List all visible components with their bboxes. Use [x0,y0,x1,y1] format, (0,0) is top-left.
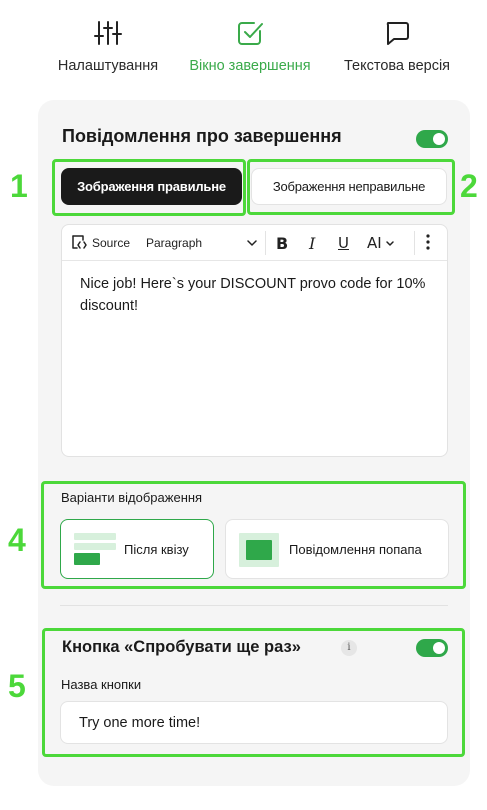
info-icon[interactable]: i [341,640,357,656]
tab-completion-window-label: Вікно завершення [189,58,311,74]
text-size-label: AI [367,234,382,252]
button-name-input[interactable] [60,701,448,744]
chevron-down-icon [385,234,395,252]
annotation-number-1: 1 [10,168,28,204]
tab-text-version[interactable]: Текстова версія [338,18,456,74]
bold-button[interactable]: B [276,225,288,261]
toolbar-divider [265,231,266,255]
underline-button[interactable]: U [338,225,349,261]
chat-bubble-icon [382,18,412,48]
rich-text-editor: Source Paragraph B I U AI Nice job! Here… [61,224,448,457]
toolbar-divider [414,231,415,255]
editor-content[interactable]: Nice job! Here`s your DISCOUNT provo cod… [80,273,430,317]
retry-button-toggle[interactable] [416,639,448,657]
after-quiz-label: Після квізу [124,542,189,557]
tab-text-version-label: Текстова версія [343,58,451,74]
incorrect-image-button[interactable]: Зображення неправильне [251,168,447,205]
text-size-button[interactable]: AI [367,225,395,261]
tab-completion-window[interactable]: Вікно завершення [184,18,316,74]
retry-button-title: Кнопка «Спробувати ще раз» [62,638,301,656]
vertical-dots-icon [426,233,430,253]
source-label: Source [92,236,131,250]
settings-panel: Повідомлення про завершення Зображення п… [38,100,470,786]
top-navigation: Налаштування Вікно завершення Текстова в… [0,0,487,90]
section-divider [60,605,448,606]
editor-toolbar: Source Paragraph B I U AI [62,225,447,261]
italic-button[interactable]: I [309,225,315,261]
popup-label: Повідомлення попапа [289,542,422,557]
tab-settings-label: Налаштування [57,58,159,74]
annotation-number-4: 4 [8,522,26,558]
after-quiz-thumbnail-icon [74,533,116,567]
checkbox-icon [235,18,265,48]
more-options-button[interactable] [426,225,430,261]
source-button[interactable]: Source [70,225,130,261]
display-option-after-quiz[interactable]: Після квізу [60,519,214,579]
paragraph-label: Paragraph [146,236,203,250]
tab-settings[interactable]: Налаштування [55,18,161,74]
chevron-down-icon [246,236,258,250]
sliders-icon [93,18,123,48]
completion-message-toggle[interactable] [416,130,448,148]
paragraph-dropdown[interactable]: Paragraph [146,225,258,261]
completion-message-title: Повідомлення про завершення [62,126,342,146]
annotation-number-5: 5 [8,668,26,704]
popup-thumbnail-icon [239,533,281,567]
correct-image-button[interactable]: Зображення правильне [61,168,242,205]
annotation-number-2: 2 [460,168,478,204]
source-icon [70,234,88,253]
button-name-label: Назва кнопки [61,677,142,692]
display-option-popup[interactable]: Повідомлення попапа [225,519,449,579]
display-options-label: Варіанти відображення [61,490,203,505]
